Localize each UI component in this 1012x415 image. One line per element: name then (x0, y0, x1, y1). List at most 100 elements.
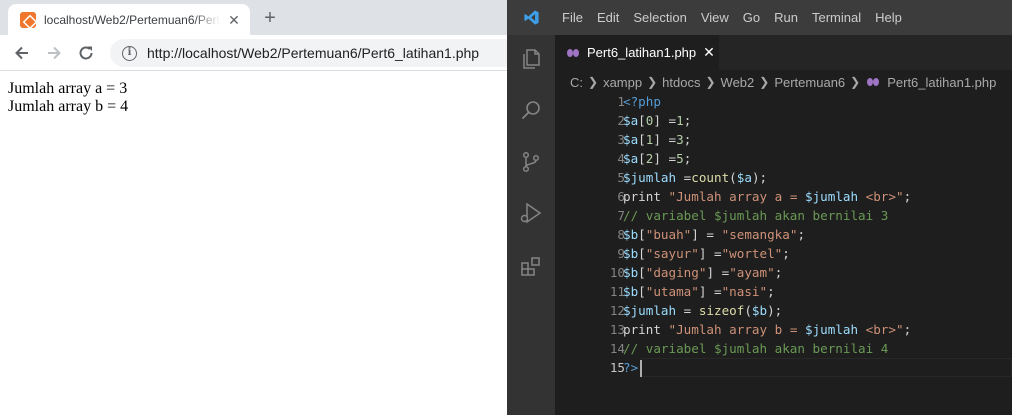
code-token: [ (638, 132, 646, 147)
browser-tab[interactable]: localhost/Web2/Pertemuan6/Pert6_latihan1… (8, 4, 250, 35)
menu-help[interactable]: Help (868, 0, 909, 35)
url-text: http://localhost/Web2/Pertemuan6/Pert6_l… (147, 45, 480, 61)
run-debug-icon[interactable] (519, 201, 543, 225)
code-token: ] = (653, 132, 677, 147)
menu-view[interactable]: View (694, 0, 736, 35)
code-text: <?php (623, 92, 661, 111)
forward-arrow-icon (48, 46, 61, 60)
code-token: "wortel" (721, 246, 783, 261)
code-line[interactable]: 7// variabel $jumlah akan bernilai 3 (555, 206, 1012, 225)
line-number: 3 (617, 132, 625, 147)
editor-tabs-bar: Pert6_latihan1.php ✕ (555, 35, 1012, 70)
menu-bar: File Edit Selection View Go Run Terminal… (555, 0, 909, 35)
breadcrumb-item[interactable]: Pert6_latihan1.php (887, 75, 996, 90)
code-token: ; (782, 246, 790, 261)
address-bar[interactable]: i http://localhost/Web2/Pertemuan6/Pert6… (110, 39, 507, 67)
code-token: ; (903, 322, 912, 337)
code-line[interactable]: 10 $b["daging"] ="ayam"; (555, 263, 1012, 282)
code-line[interactable]: 9 $b["sayur"] ="wortel"; (555, 244, 1012, 263)
breadcrumb-item[interactable]: xampp (603, 75, 642, 90)
output-line: Jumlah array a = 3 (8, 80, 128, 97)
close-tab-button[interactable]: ✕ (226, 12, 242, 28)
browser-window: localhost/Web2/Pertemuan6/Pert6_latihan1… (0, 0, 507, 415)
code-line[interactable]: 3 $a[1] =3; (555, 130, 1012, 149)
chevron-right-icon: ❯ (647, 75, 658, 89)
code-line[interactable]: 6 print "Jumlah array a = $jumlah <br>"; (555, 187, 1012, 206)
extensions-icon[interactable] (519, 255, 543, 279)
code-token: ] = (653, 113, 677, 128)
menu-edit[interactable]: Edit (590, 0, 626, 35)
line-number: 10 (609, 265, 625, 280)
line-number: 7 (617, 208, 625, 223)
code-text: $b["utama"] ="nasi"; (623, 282, 775, 301)
code-token: $a (623, 113, 639, 128)
code-token: [ (638, 246, 646, 261)
editor-tab-pert6-latihan1[interactable]: Pert6_latihan1.php ✕ (555, 35, 719, 70)
source-control-icon[interactable] (519, 150, 543, 174)
code-token: ; (774, 265, 783, 280)
code-text: $jumlah =count($a); (623, 168, 767, 187)
code-token: $b (751, 303, 768, 318)
menu-run[interactable]: Run (767, 0, 805, 35)
code-text: print "Jumlah array a = $jumlah <br>"; (623, 187, 911, 206)
current-line-highlight (641, 358, 1012, 377)
close-editor-tab-button[interactable]: ✕ (703, 44, 715, 61)
code-line[interactable]: 5 $jumlah =count($a); (555, 168, 1012, 187)
code-line[interactable]: 1 <?php (555, 92, 1012, 111)
code-line[interactable]: 13 print "Jumlah array b = $jumlah <br>"; (555, 320, 1012, 339)
code-text: $b["buah"] = "semangka"; (623, 225, 805, 244)
new-tab-button[interactable]: + (258, 7, 282, 31)
menu-selection[interactable]: Selection (626, 0, 693, 35)
code-token: 1 (676, 113, 684, 128)
code-text: ?> (623, 358, 643, 377)
breadcrumb-item[interactable]: Web2 (721, 75, 755, 90)
line-number: 14 (609, 341, 625, 356)
code-line[interactable]: 12 $jumlah = sizeof($b); (555, 301, 1012, 320)
code-token: print (623, 189, 669, 204)
back-button[interactable] (9, 40, 35, 66)
menu-terminal[interactable]: Terminal (805, 0, 868, 35)
line-number: 13 (609, 322, 625, 337)
output-line: Jumlah array b = 4 (8, 98, 129, 115)
code-token: [ (638, 113, 646, 128)
explorer-icon[interactable] (519, 47, 543, 71)
code-token: ] = (653, 151, 677, 166)
code-line[interactable]: 14// variabel $jumlah akan bernilai 4 (555, 339, 1012, 358)
back-arrow-icon (15, 46, 28, 60)
code-line[interactable]: 8 $b["buah"] = "semangka"; (555, 225, 1012, 244)
code-line[interactable]: 11 $b["utama"] ="nasi"; (555, 282, 1012, 301)
code-token: ( (744, 303, 752, 318)
line-number: 15 (609, 360, 625, 375)
code-text: $a[2] =5; (623, 149, 691, 168)
menu-go[interactable]: Go (736, 0, 767, 35)
code-token: "Jumlah array a = (668, 189, 805, 204)
search-icon[interactable] (519, 98, 543, 122)
code-token: ; (683, 151, 692, 166)
code-token: ; (767, 284, 775, 299)
code-token: ; (903, 189, 912, 204)
code-token: $b (623, 265, 639, 280)
code-token: ( (729, 170, 737, 185)
chevron-right-icon: ❯ (850, 75, 861, 89)
xampp-favicon-icon (20, 11, 36, 28)
breadcrumb-item[interactable]: C: (570, 75, 583, 90)
code-token: "utama" (645, 284, 699, 299)
code-text: $a[0] =1; (623, 111, 691, 130)
breadcrumb-item[interactable]: Pertemuan6 (774, 75, 845, 90)
reload-button[interactable] (73, 40, 99, 66)
browser-tab-title: localhost/Web2/Pertemuan6/Pert6_latihan1… (44, 12, 220, 27)
menu-file[interactable]: File (555, 0, 590, 35)
code-editor[interactable]: 1 <?php 2 $a[0] =1; 3 $a[1] =3; 4 $a[2] =5; 5 $ju… (555, 92, 1012, 377)
code-token: ] = (691, 227, 722, 242)
code-text: $jumlah = sizeof($b); (623, 301, 782, 320)
code-line[interactable]: 4 $a[2] =5; (555, 149, 1012, 168)
code-line[interactable]: 15 ?> (555, 358, 1012, 377)
breadcrumb-item[interactable]: htdocs (662, 75, 700, 90)
code-line[interactable]: 2 $a[0] =1; (555, 111, 1012, 130)
code-token: ); (751, 170, 768, 185)
code-token: $a (623, 151, 639, 166)
code-token: ; (683, 132, 692, 147)
code-token: = (676, 170, 692, 185)
info-icon[interactable]: i (122, 45, 137, 61)
forward-button[interactable] (41, 40, 67, 66)
